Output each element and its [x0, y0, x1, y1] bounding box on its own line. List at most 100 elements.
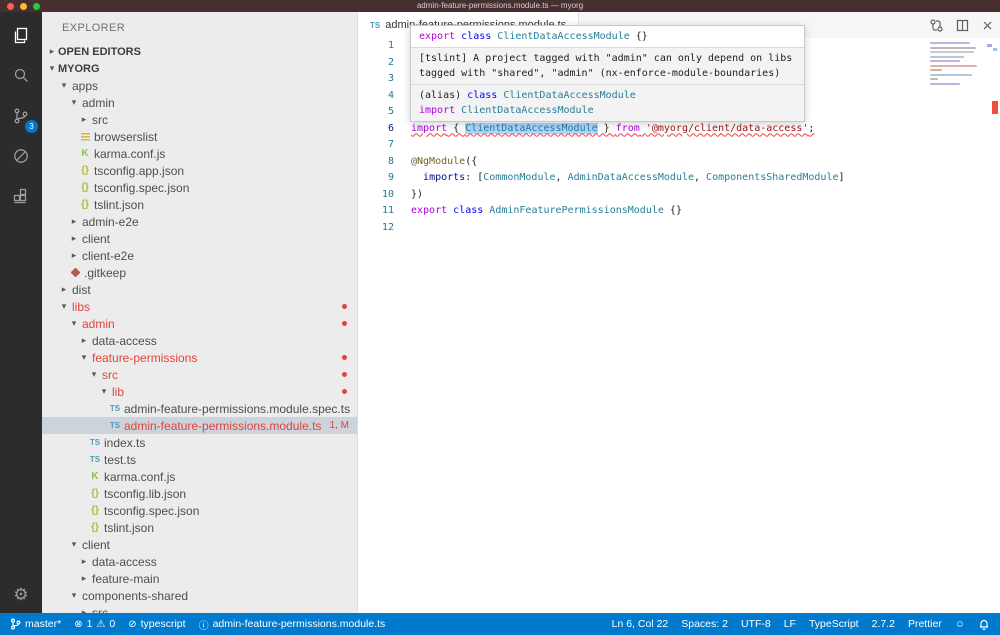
scm-badge: 3: [25, 120, 38, 133]
linter-status[interactable]: ⊘ typescript: [128, 618, 185, 630]
git-file-icon: [68, 269, 82, 276]
tree-folder-components-shared[interactable]: ▾components-shared: [42, 587, 357, 604]
ts-version[interactable]: 2.7.2: [872, 618, 895, 630]
tree-item-label: apps: [72, 79, 98, 93]
tree-folder-libs[interactable]: ▾libs: [42, 298, 357, 315]
tree-item-label: tsconfig.spec.json: [94, 181, 189, 195]
tree-item-label: data-access: [92, 555, 157, 569]
tree-file-test.ts[interactable]: TStest.ts: [42, 451, 357, 468]
tree-item-label: tslint.json: [94, 198, 144, 212]
tree-folder-dist[interactable]: ▸dist: [42, 281, 357, 298]
close-window-button[interactable]: [7, 3, 14, 10]
titlebar: admin-feature-permissions.module.ts — my…: [0, 0, 1000, 12]
chevron-right-icon: ▸: [68, 250, 80, 261]
tree-folder-admin[interactable]: ▾admin: [42, 94, 357, 111]
tree-file-karma.conf.js[interactable]: Kkarma.conf.js: [42, 468, 357, 485]
open-changes-icon[interactable]: [929, 18, 944, 33]
tree-folder-src[interactable]: ▸src: [42, 111, 357, 128]
tree-file-tsconfig.app.json[interactable]: {}tsconfig.app.json: [42, 162, 357, 179]
branch-name: master*: [25, 618, 61, 630]
tree-folder-data-access[interactable]: ▸data-access: [42, 332, 357, 349]
problems-status[interactable]: ⊗ 1 ⚠ 0: [74, 618, 115, 630]
chevron-down-icon: ▾: [46, 63, 58, 74]
split-editor-icon[interactable]: [955, 18, 970, 33]
code-line-7[interactable]: 7: [358, 137, 1000, 154]
root-folder-section[interactable]: ▾ MYORG: [42, 60, 357, 77]
code-line-10[interactable]: 10}): [358, 187, 1000, 204]
tree-file-tslint.json[interactable]: {}tslint.json: [42, 519, 357, 536]
tree-file-index.ts[interactable]: TSindex.ts: [42, 434, 357, 451]
line-number: 5: [358, 104, 394, 121]
notifications-bell-icon[interactable]: [978, 618, 990, 630]
extensions-icon[interactable]: [0, 176, 42, 216]
feedback-smiley-icon[interactable]: ☺: [955, 619, 965, 630]
tree-file-tsconfig.lib.json[interactable]: {}tsconfig.lib.json: [42, 485, 357, 502]
code-line-8[interactable]: 8@NgModule({: [358, 154, 1000, 171]
tree-file-admin-feature-permissions.module.spec.ts[interactable]: TSadmin-feature-permissions.module.spec.…: [42, 400, 357, 417]
cursor-position[interactable]: Ln 6, Col 22: [612, 618, 669, 630]
tree-item-label: feature-main: [92, 572, 159, 586]
tree-folder-client[interactable]: ▾client: [42, 536, 357, 553]
tree-folder-admin-e2e[interactable]: ▸admin-e2e: [42, 213, 357, 230]
git-branch-status[interactable]: master*: [10, 618, 61, 630]
indentation-status[interactable]: Spaces: 2: [681, 618, 728, 630]
typescript-file-icon: TS: [370, 21, 380, 30]
code-line-11[interactable]: 11export class AdminFeaturePermissionsMo…: [358, 203, 1000, 220]
chevron-right-icon: ▸: [68, 216, 80, 227]
tree-item-label: client: [82, 538, 110, 552]
encoding-status[interactable]: UTF-8: [741, 618, 771, 630]
error-dot: [342, 389, 347, 394]
settings-gear-icon[interactable]: ⚙: [13, 585, 28, 605]
chevron-down-icon: ▾: [68, 318, 80, 329]
code-editor[interactable]: 123456import { ClientDataAccessModule } …: [358, 38, 1000, 613]
chevron-right-icon: ▸: [68, 233, 80, 244]
open-editors-section[interactable]: ▸ OPEN EDITORS: [42, 43, 357, 60]
minimap[interactable]: [930, 42, 980, 87]
json-file-icon: {}: [88, 522, 102, 533]
zoom-window-button[interactable]: [33, 3, 40, 10]
tree-folder-client[interactable]: ▸client: [42, 230, 357, 247]
tree-folder-src[interactable]: ▸src: [42, 604, 357, 613]
info-icon: ⓘ: [199, 617, 209, 632]
code-line-6[interactable]: 6import { ClientDataAccessModule } from …: [358, 121, 1000, 138]
source-control-icon[interactable]: 3: [0, 96, 42, 136]
hover-signature: export class ClientDataAccessModule {}: [411, 26, 804, 47]
sidebar-title: EXPLORER: [42, 12, 357, 43]
tree-file-tslint.json[interactable]: {}tslint.json: [42, 196, 357, 213]
chevron-right-icon: ▸: [78, 335, 90, 346]
eol-status[interactable]: LF: [784, 618, 796, 630]
code-line-9[interactable]: 9 imports: [CommonModule, AdminDataAcces…: [358, 170, 1000, 187]
overview-ruler-mark: [993, 48, 997, 51]
language-mode[interactable]: TypeScript: [809, 618, 859, 630]
tree-file-tsconfig.spec.json[interactable]: {}tsconfig.spec.json: [42, 502, 357, 519]
tree-item-label: lib: [112, 385, 124, 399]
tree-folder-feature-main[interactable]: ▸feature-main: [42, 570, 357, 587]
line-number: 9: [358, 170, 394, 187]
tree-folder-apps[interactable]: ▾apps: [42, 77, 357, 94]
json-file-icon: {}: [88, 488, 102, 499]
line-number: 10: [358, 187, 394, 204]
tree-folder-feature-permissions[interactable]: ▾feature-permissions: [42, 349, 357, 366]
minimize-window-button[interactable]: [20, 3, 27, 10]
tree-folder-src[interactable]: ▾src: [42, 366, 357, 383]
chevron-down-icon: ▾: [68, 97, 80, 108]
tree-file-browserslist[interactable]: browserslist: [42, 128, 357, 145]
tree-file-.gitkeep[interactable]: .gitkeep: [42, 264, 357, 281]
formatter-status[interactable]: Prettier: [908, 618, 942, 630]
explorer-icon[interactable]: [0, 16, 42, 56]
error-icon: ⊗: [74, 619, 82, 630]
close-icon[interactable]: [981, 19, 994, 32]
chevron-down-icon: ▾: [68, 539, 80, 550]
debug-icon[interactable]: [0, 136, 42, 176]
tree-file-karma.conf.js[interactable]: Kkarma.conf.js: [42, 145, 357, 162]
editor-actions: [929, 12, 994, 38]
code-line-12[interactable]: 12: [358, 220, 1000, 237]
file-info-status[interactable]: ⓘ admin-feature-permissions.module.ts: [199, 617, 386, 632]
tree-file-admin-feature-permissions.module.ts[interactable]: TSadmin-feature-permissions.module.ts1, …: [42, 417, 357, 434]
tree-file-tsconfig.spec.json[interactable]: {}tsconfig.spec.json: [42, 179, 357, 196]
tree-folder-client-e2e[interactable]: ▸client-e2e: [42, 247, 357, 264]
tree-folder-admin[interactable]: ▾admin: [42, 315, 357, 332]
tree-folder-data-access[interactable]: ▸data-access: [42, 553, 357, 570]
search-icon[interactable]: [0, 56, 42, 96]
tree-folder-lib[interactable]: ▾lib: [42, 383, 357, 400]
